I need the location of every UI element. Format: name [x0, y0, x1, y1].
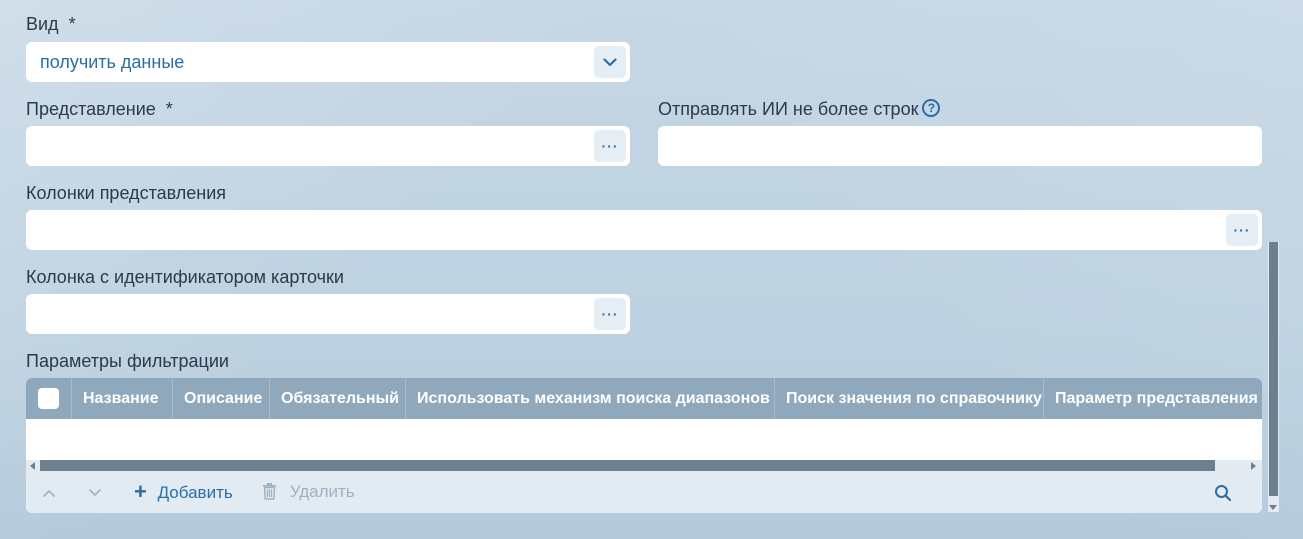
scroll-left-icon[interactable]	[30, 462, 35, 470]
horizontal-scrollbar[interactable]	[26, 460, 1262, 471]
select-all-checkbox[interactable]	[38, 388, 59, 409]
predstavlenie-label: Представление *	[26, 99, 173, 119]
scroll-right-icon[interactable]	[1251, 462, 1256, 470]
vid-select[interactable]: получить данные	[26, 42, 630, 82]
max-rows-label: Отправлять ИИ не более строк?	[658, 98, 941, 120]
vid-label: Вид *	[26, 14, 76, 34]
columns-field[interactable]: ···	[26, 210, 1262, 250]
help-icon[interactable]: ?	[922, 99, 941, 118]
delete-button[interactable]: Удалить	[262, 471, 355, 513]
ellipsis-button[interactable]: ···	[1226, 214, 1258, 246]
vertical-scrollbar-thumb[interactable]	[1269, 242, 1278, 496]
column-header-name[interactable]: Название	[72, 378, 173, 419]
select-all-cell	[26, 378, 72, 419]
id-column-label: Колонка с идентификатором карточки	[26, 267, 344, 287]
id-column-field[interactable]: ···	[26, 294, 630, 334]
column-header-directory-search[interactable]: Поиск значения по справочнику	[775, 378, 1044, 419]
predstavlenie-field[interactable]: ···	[26, 126, 630, 166]
column-header-view-parameter[interactable]: Параметр представления	[1044, 378, 1262, 419]
move-down-icon[interactable]	[89, 471, 101, 513]
required-mark: *	[68, 14, 76, 34]
add-button-label: Добавить	[157, 483, 233, 502]
table-toolbar: + Добавить Удалить	[26, 471, 1262, 513]
plus-icon: +	[134, 479, 147, 504]
move-up-icon[interactable]	[43, 471, 55, 513]
filters-label: Параметры фильтрации	[26, 351, 229, 371]
columns-label: Колонки представления	[26, 183, 227, 203]
table-header: Название Описание Обязательный Использов…	[26, 378, 1262, 419]
trash-icon	[263, 483, 276, 500]
required-mark: *	[165, 99, 173, 119]
table-body	[26, 419, 1262, 460]
add-button[interactable]: + Добавить	[134, 471, 233, 513]
chevron-down-icon[interactable]	[594, 46, 626, 78]
filters-table: Название Описание Обязательный Использов…	[26, 378, 1262, 513]
column-header-required[interactable]: Обязательный	[270, 378, 406, 419]
column-header-description[interactable]: Описание	[173, 378, 270, 419]
ellipsis-button[interactable]: ···	[594, 130, 626, 162]
search-icon[interactable]	[1214, 471, 1232, 513]
delete-button-label: Удалить	[289, 482, 355, 501]
ellipsis-button[interactable]: ···	[594, 298, 626, 330]
horizontal-scrollbar-thumb[interactable]	[40, 460, 1215, 471]
scroll-down-icon[interactable]	[1269, 505, 1277, 510]
vertical-scrollbar[interactable]	[1268, 242, 1279, 512]
max-rows-input[interactable]	[658, 126, 1262, 166]
vid-select-value: получить данные	[40, 52, 185, 72]
column-header-range-search[interactable]: Использовать механизм поиска диапазонов	[406, 378, 775, 419]
